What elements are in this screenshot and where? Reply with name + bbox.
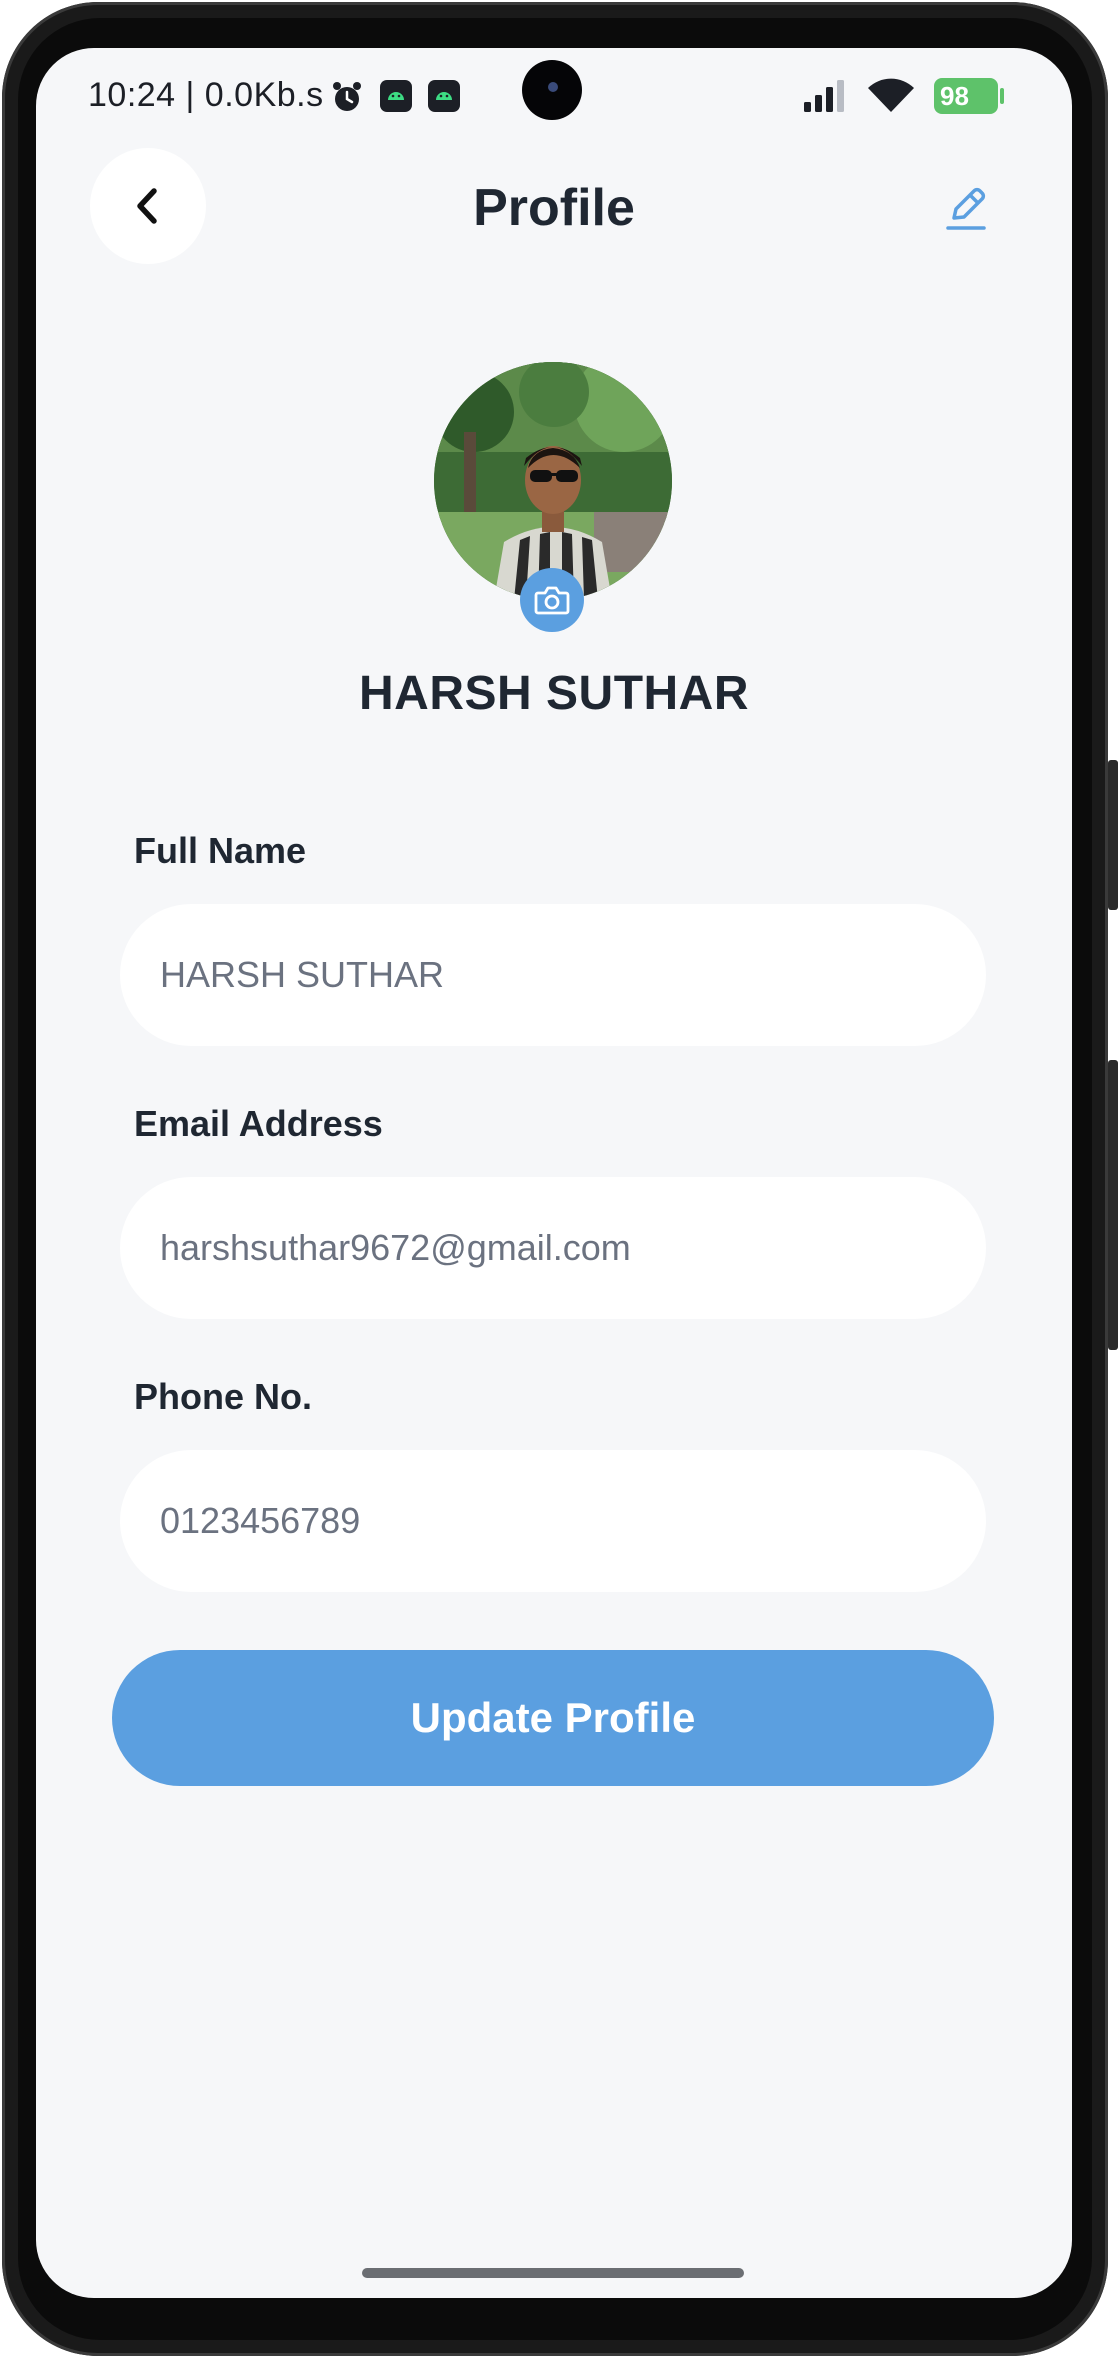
power-button bbox=[1108, 1060, 1118, 1350]
battery-indicator: 98 bbox=[934, 78, 998, 114]
cellular-signal-icon bbox=[804, 80, 844, 112]
home-indicator[interactable] bbox=[362, 2268, 744, 2278]
wifi-icon bbox=[868, 78, 914, 112]
edit-profile-button[interactable] bbox=[936, 178, 996, 238]
avatar-photo bbox=[434, 362, 672, 600]
battery-tip bbox=[1000, 88, 1004, 104]
pencil-icon bbox=[946, 187, 986, 230]
front-camera bbox=[522, 60, 582, 120]
profile-name: HARSH SUTHAR bbox=[359, 667, 749, 720]
profile-avatar[interactable] bbox=[434, 362, 672, 600]
status-time: 10:24 | 0.0Kb.s bbox=[88, 76, 324, 114]
status-bar: 10:24 | 0.0Kb.s 98 bbox=[36, 48, 1072, 148]
camera-icon bbox=[534, 586, 570, 615]
volume-button bbox=[1108, 760, 1118, 910]
email-input[interactable] bbox=[120, 1177, 986, 1319]
phone-label: Phone No. bbox=[134, 1376, 312, 1417]
page-title: Profile bbox=[473, 179, 635, 237]
android-notification-icon bbox=[380, 80, 412, 112]
alarm-icon bbox=[333, 82, 361, 111]
phone-device: 10:24 | 0.0Kb.s 98 Profile HARSH SUTHAR … bbox=[0, 0, 1118, 2361]
update-profile-button[interactable]: Update Profile bbox=[112, 1650, 994, 1786]
android-notification-icon bbox=[428, 80, 460, 112]
full-name-label: Full Name bbox=[134, 830, 307, 871]
phone-input[interactable] bbox=[120, 1450, 986, 1592]
app-screen: 10:24 | 0.0Kb.s 98 Profile HARSH SUTHAR … bbox=[36, 48, 1072, 2298]
battery-level: 98 bbox=[940, 81, 969, 111]
change-photo-button[interactable] bbox=[520, 568, 584, 632]
email-label: Email Address bbox=[134, 1103, 383, 1144]
full-name-input[interactable] bbox=[120, 904, 986, 1046]
